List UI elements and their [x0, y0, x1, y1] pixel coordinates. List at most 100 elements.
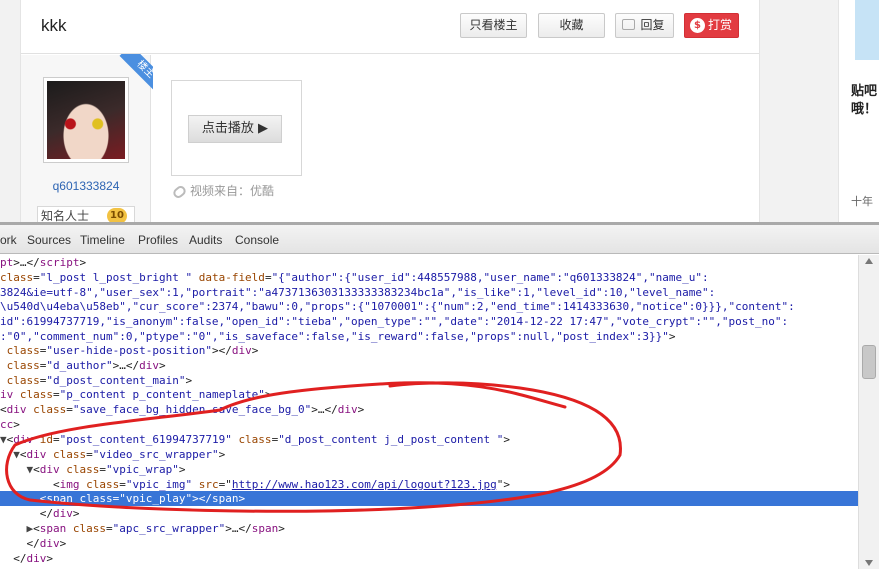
dom-node-line[interactable]: </div> [0, 506, 80, 521]
code-token: = [119, 478, 126, 491]
code-token: ▼ [0, 433, 7, 446]
code-token: span [251, 522, 279, 535]
code-token: div [6, 403, 27, 416]
code-token: div [337, 403, 358, 416]
selected-dom-node[interactable]: <span class="vpic_play"></span> [0, 491, 858, 506]
devtools-tab-sources[interactable]: Sources [27, 233, 71, 247]
dom-node-line[interactable]: class="d_post_content_main"> [0, 373, 192, 388]
code-token: img [59, 478, 80, 491]
code-token: "vpic_wrap" [106, 463, 179, 476]
code-token: < [0, 403, 7, 416]
video-source: 视频来自：优酷 [171, 182, 274, 200]
code-token: > [668, 330, 676, 343]
dom-node-line[interactable]: pt>…</script> [0, 255, 86, 270]
reply-label: 回复 [640, 18, 665, 32]
code-token: "d_post_content_main" [46, 374, 186, 387]
code-token: < [33, 522, 40, 535]
dom-node-line[interactable]: </div> [0, 551, 53, 566]
dom-node-line[interactable]: ▶<span class="apc_src_wrapper">…</span> [0, 521, 285, 536]
dom-node-line[interactable]: class="l_post l_post_bright " data-field… [0, 270, 709, 285]
dom-node-line[interactable]: ▼<div id="post_content_61994737719" clas… [0, 432, 510, 447]
video-thumbnail[interactable]: 点击播放 ▶ [171, 80, 302, 176]
code-token: class [6, 359, 40, 372]
scrollbar[interactable] [858, 255, 879, 569]
badge-label: 楼主 [119, 54, 153, 94]
dom-node-line[interactable]: id":61994737719,"is_anonym":false,"open_… [0, 314, 788, 329]
code-token: "l_post l_post_bright " [39, 271, 193, 284]
elements-tree[interactable]: pt>…</script> class="l_post l_post_bright… [0, 255, 858, 569]
code-token: "post_content_61994737719" [59, 433, 232, 446]
dom-node-line[interactable]: ▼<div class="video_src_wrapper"> [0, 447, 225, 462]
code-token: div [139, 359, 159, 372]
code-token: class [19, 388, 53, 401]
only-op-button[interactable]: 只看楼主 [460, 13, 527, 38]
code-token: > [278, 522, 285, 535]
code-token: > [218, 448, 226, 461]
code-token: > [72, 507, 80, 520]
dom-node-line[interactable]: <div class="save_face_bg_hidden save_fac… [0, 402, 364, 417]
dom-node-line[interactable]: 3824&ie=utf-8","user_sex":1,"portrait":"… [0, 285, 715, 300]
scroll-thumb[interactable] [862, 345, 876, 379]
devtools-tab-audits[interactable]: Audits [189, 233, 222, 247]
dom-node-line[interactable]: </div> [0, 536, 66, 551]
devtools-tab-timeline[interactable]: Timeline [80, 233, 125, 247]
code-token: pt [0, 256, 14, 269]
reward-button[interactable]: $ 打赏 [684, 13, 739, 38]
code-token: div [231, 344, 252, 357]
code-token: http://www.hao123.com/api/logout?123.jpg [231, 478, 497, 491]
play-button[interactable]: 点击播放 ▶ [188, 115, 282, 143]
code-token: class [66, 463, 100, 476]
devtools-tab-bar: ork Sources Timeline Profiles Audits Console [0, 225, 879, 254]
dom-node-line[interactable]: iv class="p_content p_content_nameplate"… [0, 387, 272, 402]
code-token: > [59, 537, 67, 550]
code-token: "vpic_img" [125, 478, 193, 491]
dom-node-line[interactable]: class="d_author">…</div> [0, 358, 166, 373]
code-token: span [211, 492, 239, 505]
code-token: 3824&ie=utf-8","user_sex":1,"portrait":"… [0, 286, 716, 299]
reply-button[interactable]: 回复 [615, 13, 674, 38]
code-token: </ [0, 552, 27, 565]
author-level-badge[interactable]: 知名人士 10 [37, 206, 135, 222]
devtools-tab-console[interactable]: Console [235, 233, 279, 247]
code-token: = [66, 403, 73, 416]
code-token: < [0, 492, 47, 505]
code-token: class [86, 478, 120, 491]
code-token: "p_content p_content_nameplate" [59, 388, 265, 401]
devtools-tab-ork[interactable]: ork [0, 233, 17, 247]
author-name[interactable]: q601333824 [21, 179, 151, 193]
favorite-button[interactable]: 收藏 [538, 13, 605, 38]
code-token: = [33, 271, 40, 284]
code-token: >…</ [311, 403, 338, 416]
code-token: "vpic_play" [119, 492, 193, 505]
code-token: < [0, 478, 60, 491]
code-token: div [26, 552, 47, 565]
link-icon [171, 183, 188, 200]
code-token: >…</ [13, 256, 40, 269]
code-token: ▼ [0, 463, 34, 476]
scroll-down-icon[interactable] [865, 560, 873, 566]
dom-node-line[interactable]: class="user-hide-post-position"></div> [0, 343, 259, 358]
dom-node-line[interactable]: ▼<div class="vpic_wrap"> [0, 462, 185, 477]
devtools-tab-profiles[interactable]: Profiles [138, 233, 178, 247]
right-sidebar: 贴吧 哦！ 十年 [838, 0, 879, 222]
dom-node-line[interactable]: <img class="vpic_img" src="http://www.ha… [0, 477, 510, 492]
code-token: > [264, 388, 272, 401]
code-token: > [357, 403, 365, 416]
thread-starter-badge: 楼主 [113, 54, 153, 94]
code-token: = [86, 448, 93, 461]
dom-node-line[interactable]: cc> [0, 417, 20, 432]
sidebar-banner[interactable] [855, 0, 879, 60]
code-token: class [53, 448, 87, 461]
code-token: "apc_src_wrapper" [112, 522, 226, 535]
dom-node-line[interactable]: \u540d\u4eba\u58eb","cur_score":2374,"ba… [0, 299, 795, 314]
scroll-up-icon[interactable] [865, 258, 873, 264]
code-token: div [52, 507, 73, 520]
sidebar-text: 十年 [851, 195, 873, 208]
code-token: class [72, 522, 106, 535]
dom-node-line[interactable]: :"0","comment_num":0,"ptype":"0","is_sav… [0, 329, 676, 344]
coin-icon: $ [690, 18, 705, 33]
